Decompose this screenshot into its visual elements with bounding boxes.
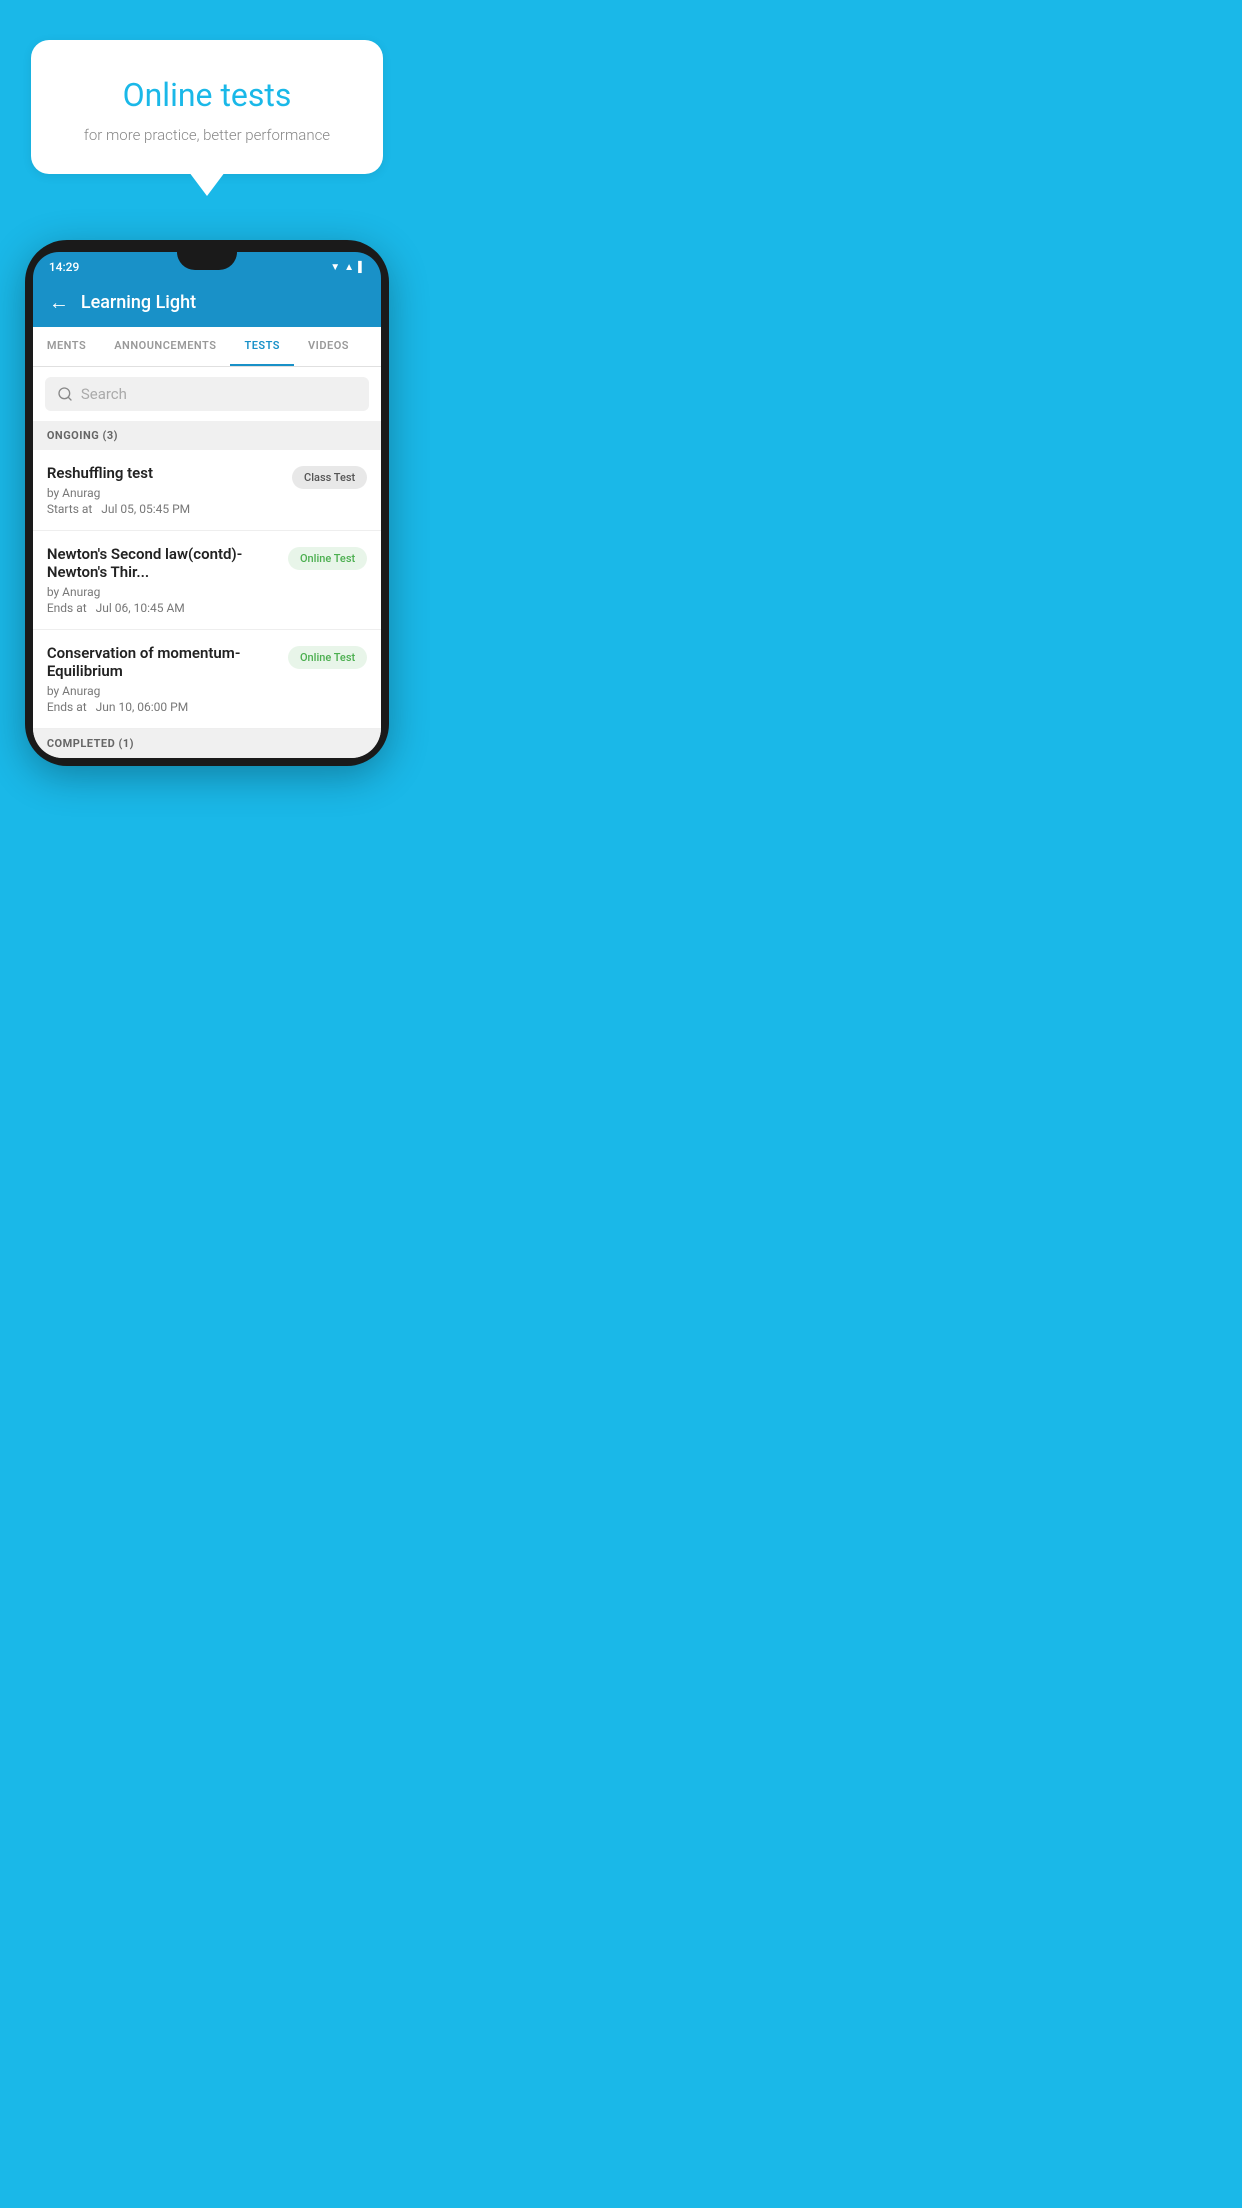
test-item-3[interactable]: Conservation of momentum-Equilibrium by … bbox=[33, 630, 381, 729]
promo-bubble: Online tests for more practice, better p… bbox=[31, 40, 383, 174]
test-time-1: Starts at Jul 05, 05:45 PM bbox=[47, 502, 282, 516]
tab-videos[interactable]: VIDEOS bbox=[294, 327, 363, 366]
test-time-label-2: Ends at bbox=[47, 601, 87, 615]
search-container: Search bbox=[33, 367, 381, 421]
search-icon bbox=[57, 386, 73, 402]
test-time-2: Ends at Jul 06, 10:45 AM bbox=[47, 601, 278, 615]
ongoing-section-header: ONGOING (3) bbox=[33, 421, 381, 450]
status-bar: 14:29 ▼ ▲ ▌ bbox=[33, 252, 381, 278]
test-time-value-2: Jul 06, 10:45 AM bbox=[96, 601, 185, 615]
test-info-1: Reshuffling test by Anurag Starts at Jul… bbox=[47, 464, 282, 516]
test-author-2: by Anurag bbox=[47, 585, 278, 599]
test-author-1: by Anurag bbox=[47, 486, 282, 500]
phone-frame: 14:29 ▼ ▲ ▌ ← Learning Light MENTS ANNOU… bbox=[25, 240, 389, 766]
test-badge-2: Online Test bbox=[288, 547, 367, 570]
test-title-1: Reshuffling test bbox=[47, 464, 282, 482]
back-button[interactable]: ← bbox=[49, 290, 69, 315]
tab-ments[interactable]: MENTS bbox=[33, 327, 100, 366]
test-time-label-1: Starts at bbox=[47, 502, 93, 516]
test-item-2[interactable]: Newton's Second law(contd)-Newton's Thir… bbox=[33, 531, 381, 630]
test-item-1[interactable]: Reshuffling test by Anurag Starts at Jul… bbox=[33, 450, 381, 531]
completed-section-header: COMPLETED (1) bbox=[33, 729, 381, 758]
test-badge-1: Class Test bbox=[292, 466, 367, 489]
signal-icon: ▲ bbox=[344, 262, 354, 273]
test-time-value-3: Jun 10, 06:00 PM bbox=[96, 700, 189, 714]
search-bar[interactable]: Search bbox=[45, 377, 369, 411]
test-info-2: Newton's Second law(contd)-Newton's Thir… bbox=[47, 545, 278, 615]
status-icons: ▼ ▲ ▌ bbox=[330, 262, 365, 273]
phone-screen: ← Learning Light MENTS ANNOUNCEMENTS TES… bbox=[33, 278, 381, 758]
test-badge-3: Online Test bbox=[288, 646, 367, 669]
test-info-3: Conservation of momentum-Equilibrium by … bbox=[47, 644, 278, 714]
test-title-2: Newton's Second law(contd)-Newton's Thir… bbox=[47, 545, 278, 581]
test-time-label-3: Ends at bbox=[47, 700, 87, 714]
tab-tests[interactable]: TESTS bbox=[230, 327, 294, 366]
bubble-subtitle: for more practice, better performance bbox=[71, 126, 343, 144]
tab-announcements[interactable]: ANNOUNCEMENTS bbox=[100, 327, 230, 366]
test-author-3: by Anurag bbox=[47, 684, 278, 698]
tabs-bar: MENTS ANNOUNCEMENTS TESTS VIDEOS bbox=[33, 327, 381, 367]
app-title: Learning Light bbox=[81, 292, 196, 313]
app-header: ← Learning Light bbox=[33, 278, 381, 327]
status-time: 14:29 bbox=[49, 260, 79, 274]
test-title-3: Conservation of momentum-Equilibrium bbox=[47, 644, 278, 680]
search-placeholder: Search bbox=[81, 385, 127, 403]
bubble-title: Online tests bbox=[71, 76, 343, 114]
battery-icon: ▌ bbox=[358, 262, 365, 273]
wifi-icon: ▼ bbox=[330, 262, 340, 273]
test-time-3: Ends at Jun 10, 06:00 PM bbox=[47, 700, 278, 714]
phone-notch bbox=[177, 252, 237, 270]
test-time-value-1: Jul 05, 05:45 PM bbox=[101, 502, 190, 516]
